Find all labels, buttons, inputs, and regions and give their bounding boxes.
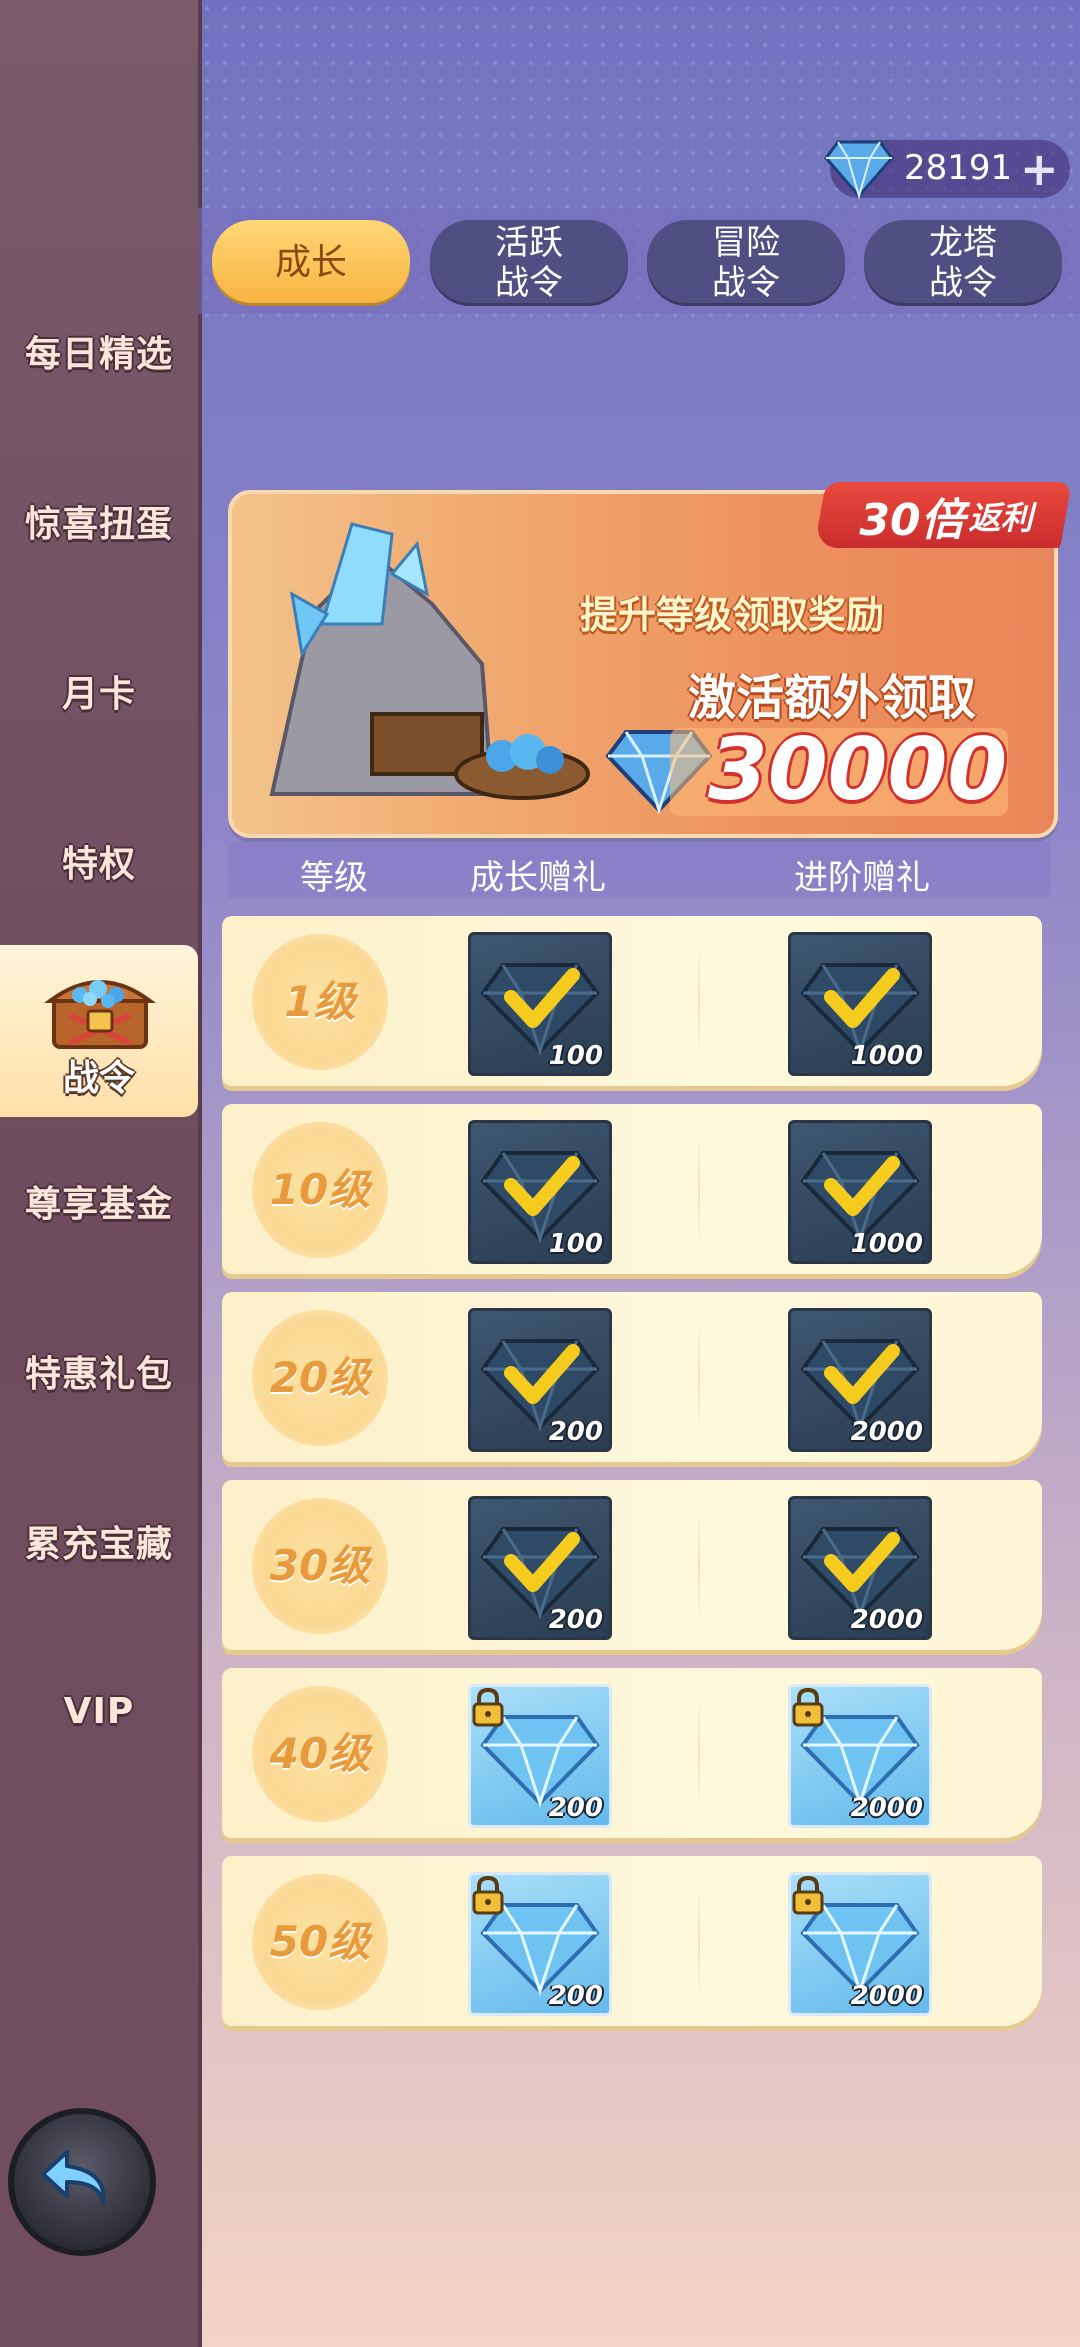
growth-reward[interactable]: 200 <box>468 1496 612 1640</box>
row-divider <box>698 946 700 1056</box>
tab-label: 成长 <box>274 242 347 283</box>
lock-icon <box>792 1875 824 1915</box>
row-divider <box>698 1510 700 1620</box>
level-label: 30级 <box>269 1541 371 1590</box>
sidebar-item-label: 累充宝藏 <box>24 1524 173 1565</box>
sidebar-item-monthly-card[interactable]: 月卡 <box>0 636 198 746</box>
tab-dragon-tower-pass[interactable]: 龙塔 战令 <box>864 220 1062 306</box>
sidebar-item-privilege[interactable]: 特权 <box>0 806 198 916</box>
rebate-tag: 30倍 返利 <box>859 495 1033 546</box>
reward-amount: 2000 <box>850 1793 923 1823</box>
lock-icon <box>792 1687 824 1727</box>
growth-reward[interactable]: 200 <box>468 1872 612 2016</box>
tab-label: 活跃 战令 <box>495 223 563 303</box>
advanced-reward[interactable]: 2000 <box>788 1308 932 1452</box>
growth-reward[interactable]: 100 <box>468 1120 612 1264</box>
tab-label: 龙塔 战令 <box>929 223 997 303</box>
reward-amount: 2000 <box>850 1417 923 1447</box>
reward-amount: 2000 <box>850 1981 923 2011</box>
diamond-icon <box>824 140 894 200</box>
row-divider <box>698 1698 700 1808</box>
sidebar-item-vip[interactable]: VIP <box>0 1656 198 1766</box>
reward-row: 1级 100 1000 <box>222 916 1042 1086</box>
level-label: 1级 <box>284 977 356 1026</box>
advanced-reward[interactable]: 1000 <box>788 932 932 1076</box>
sidebar-item-label: 月卡 <box>61 674 136 715</box>
sidebar-item-label: VIP <box>63 1690 135 1732</box>
sidebar-item-special-pack[interactable]: 特惠礼包 <box>0 1316 198 1426</box>
reward-row: 10级 100 1000 <box>222 1104 1042 1274</box>
growth-reward[interactable]: 200 <box>468 1308 612 1452</box>
reward-amount: 200 <box>548 1793 603 1823</box>
column-advanced: 进阶赠礼 <box>794 858 930 898</box>
sidebar-item-label: 战令 <box>62 1058 135 1099</box>
return-arrow-icon <box>41 2150 106 2204</box>
row-divider <box>698 1322 700 1432</box>
reward-amount: 100 <box>548 1041 603 1071</box>
reward-amount: 100 <box>548 1229 603 1259</box>
tab-growth[interactable]: 成长 <box>212 220 410 306</box>
reward-amount: 200 <box>548 1981 603 2011</box>
tab-adventure-pass[interactable]: 冒险 战令 <box>647 220 845 306</box>
level-label: 50级 <box>269 1917 371 1966</box>
reward-row: 40级 200 2000 <box>222 1668 1042 1838</box>
sidebar: 每日精选 惊喜扭蛋 月卡 特权 战令 尊享基金 特惠礼包 累充宝藏 VIP <box>0 0 202 2347</box>
advanced-reward[interactable]: 1000 <box>788 1120 932 1264</box>
row-divider <box>698 1886 700 1996</box>
growth-reward[interactable]: 200 <box>468 1684 612 1828</box>
sidebar-item-gacha[interactable]: 惊喜扭蛋 <box>0 466 198 576</box>
sidebar-item-label: 特惠礼包 <box>24 1354 173 1395</box>
diamond-count: 28191 <box>904 148 1013 188</box>
sidebar-item-fund[interactable]: 尊享基金 <box>0 1146 198 1256</box>
growth-reward[interactable]: 100 <box>468 932 612 1076</box>
sidebar-item-label: 尊享基金 <box>24 1184 173 1225</box>
diamond-balance: 28191 + <box>824 140 1070 200</box>
banner-line-1: 提升等级领取奖励 <box>580 593 885 637</box>
add-diamonds-button[interactable]: + <box>1020 142 1059 196</box>
reward-row: 20级 200 2000 <box>222 1292 1042 1462</box>
sidebar-item-label: 特权 <box>61 844 136 885</box>
reward-amount: 2000 <box>850 1605 923 1635</box>
banner-amount: 30000 <box>708 720 1008 820</box>
advanced-reward[interactable]: 2000 <box>788 1872 932 2016</box>
reward-amount: 200 <box>548 1605 603 1635</box>
lock-icon <box>472 1687 504 1727</box>
advanced-reward[interactable]: 2000 <box>788 1684 932 1828</box>
sidebar-item-label: 每日精选 <box>24 334 173 375</box>
tab-active-pass[interactable]: 活跃 战令 <box>430 220 628 306</box>
banner-line-2: 激活额外领取 <box>688 670 977 726</box>
reward-row: 50级 200 2000 <box>222 1856 1042 2026</box>
level-label: 40级 <box>269 1729 371 1778</box>
back-button[interactable] <box>8 2108 156 2256</box>
row-divider <box>698 1134 700 1244</box>
reward-amount: 1000 <box>850 1041 923 1071</box>
reward-column-header: 等级 成长赠礼 进阶赠礼 <box>228 842 1050 898</box>
lock-icon <box>472 1875 504 1915</box>
crystal-mine-illustration <box>269 522 590 800</box>
sidebar-item-daily-picks[interactable]: 每日精选 <box>0 296 198 406</box>
level-label: 10级 <box>269 1165 371 1214</box>
sidebar-item-battle-pass[interactable]: 战令 <box>0 945 198 1117</box>
tab-label: 冒险 战令 <box>712 223 780 303</box>
sidebar-item-recharge-treasure[interactable]: 累充宝藏 <box>0 1486 198 1596</box>
reward-amount: 200 <box>548 1417 603 1447</box>
column-level: 等级 <box>300 858 368 898</box>
treasure-chest-icon <box>44 980 156 1049</box>
sidebar-item-label: 惊喜扭蛋 <box>24 504 173 545</box>
level-label: 20级 <box>269 1353 371 1402</box>
column-growth: 成长赠礼 <box>470 858 606 898</box>
reward-row: 30级 200 2000 <box>222 1480 1042 1650</box>
advanced-reward[interactable]: 2000 <box>788 1496 932 1640</box>
reward-amount: 1000 <box>850 1229 923 1259</box>
tab-bar: 成长 活跃 战令 冒险 战令 龙塔 战令 <box>198 208 1080 314</box>
